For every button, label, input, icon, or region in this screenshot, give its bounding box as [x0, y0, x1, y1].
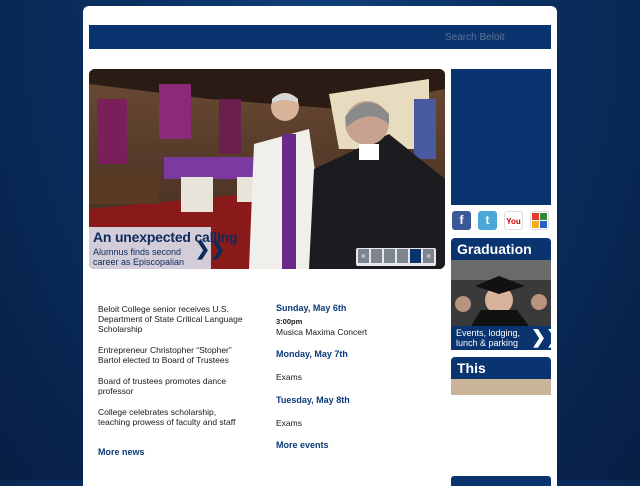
graduation-text: Events, lodging, lunch & parking: [456, 328, 521, 348]
news-item[interactable]: College celebrates scholarship, teaching…: [98, 407, 248, 427]
more-news-link[interactable]: More news: [98, 447, 145, 457]
graduation-promo[interactable]: Graduation Events, lodging, lunch & park…: [451, 238, 551, 350]
event-title[interactable]: Musica Maxima Concert: [276, 327, 446, 337]
events-list: Sunday, May 6th 3:00pm Musica Maxima Con…: [276, 303, 446, 428]
event-day: Monday, May 7th Exams: [276, 349, 446, 382]
graduation-arrow-icon[interactable]: ❯❯: [531, 327, 551, 348]
youtube-icon[interactable]: You: [504, 211, 523, 230]
news-list: Beloit College senior receives U.S. Depa…: [98, 304, 248, 438]
hero-caption[interactable]: An unexpected calling Alumnus finds seco…: [89, 227, 238, 269]
slider-dot-active[interactable]: [410, 249, 421, 263]
slider-nav: « »: [356, 248, 436, 266]
hero-slideshow[interactable]: An unexpected calling Alumnus finds seco…: [89, 69, 445, 269]
page-container: An unexpected calling Alumnus finds seco…: [83, 6, 557, 486]
sidebar-bottom-box: [451, 476, 551, 486]
news-item[interactable]: Entrepreneur Christopher “Stopher” Barto…: [98, 345, 248, 365]
event-date[interactable]: Monday, May 7th: [276, 349, 446, 359]
slider-dot[interactable]: [371, 249, 382, 263]
graduation-photo: [451, 260, 551, 326]
slider-prev-button[interactable]: «: [358, 249, 369, 263]
event-date[interactable]: Sunday, May 6th: [276, 303, 446, 313]
more-events-link[interactable]: More events: [276, 440, 329, 450]
graduation-title[interactable]: Graduation: [451, 238, 551, 260]
social-links: f t You: [452, 211, 549, 230]
summer-photo: [451, 379, 551, 395]
news-item[interactable]: Beloit College senior receives U.S. Depa…: [98, 304, 248, 334]
hero-arrow-icon[interactable]: ❯❯: [195, 239, 225, 260]
event-date[interactable]: Tuesday, May 8th: [276, 395, 446, 405]
twitter-icon[interactable]: t: [478, 211, 497, 230]
event-title[interactable]: Exams: [276, 418, 446, 428]
event-title[interactable]: Exams: [276, 372, 446, 382]
slider-dot[interactable]: [397, 249, 408, 263]
slider-dot[interactable]: [384, 249, 395, 263]
sidebar-feature-box: [451, 69, 551, 205]
event-time: 3:00pm: [276, 317, 303, 326]
slider-next-button[interactable]: »: [423, 249, 434, 263]
search-input[interactable]: [445, 29, 543, 45]
news-item[interactable]: Board of trustees promotes dance profess…: [98, 376, 248, 396]
header-bar: [89, 25, 551, 49]
hero-subtitle: Alumnus finds second career as Episcopal…: [93, 247, 185, 269]
facebook-icon[interactable]: f: [452, 211, 471, 230]
summer-promo[interactable]: This Summer: [451, 357, 551, 395]
event-day: Tuesday, May 8th Exams: [276, 395, 446, 428]
event-day: Sunday, May 6th 3:00pm Musica Maxima Con…: [276, 303, 446, 337]
picasa-icon[interactable]: [530, 211, 549, 230]
